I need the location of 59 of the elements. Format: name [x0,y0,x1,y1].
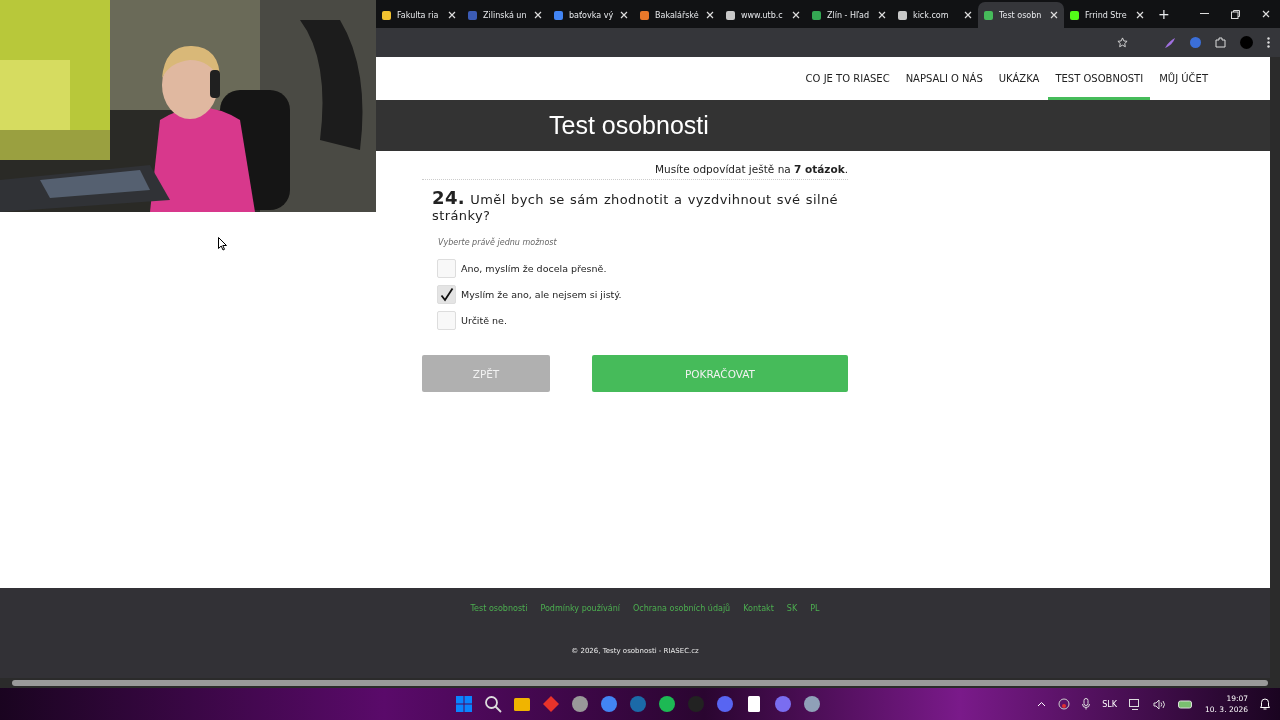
option-label[interactable]: Myslím že ano, ale nejsem si jistý. [461,289,622,300]
option-label[interactable]: Ano, myslím že docela přesně. [461,263,607,274]
speaker-icon[interactable] [1153,698,1167,710]
cursor-icon [218,237,227,251]
bell-icon[interactable] [1260,698,1270,710]
browser-tab[interactable]: baťovka vý [548,2,634,28]
network-icon[interactable] [1129,698,1142,710]
footer-link[interactable]: Podmínky používání [540,604,621,613]
diamond-icon[interactable] [541,694,561,714]
menu-icon[interactable] [1267,37,1270,48]
browser-tab[interactable]: Žilinská un [462,2,548,28]
chevron-up-icon[interactable] [1037,701,1047,707]
vertical-scrollbar[interactable] [1270,57,1280,678]
new-tab-button[interactable]: + [1158,6,1170,22]
checkbox[interactable] [437,259,456,278]
footer-link[interactable]: PL [810,604,820,613]
footer-link[interactable]: Kontakt [743,604,774,613]
status-icon[interactable] [1058,698,1071,710]
remaining-count: Musíte odpovídat ještě na 7 otázok. [422,163,848,180]
nav-link[interactable]: MŮJ ÚČET [1152,57,1215,100]
close-window-icon[interactable] [1262,10,1270,18]
battery-icon[interactable] [1178,699,1194,709]
horizontal-scrollbar[interactable] [0,678,1280,688]
close-icon[interactable] [706,11,714,19]
close-icon[interactable] [964,11,972,19]
question-text: 24. Uměl bych se sám zhodnotit a vyzdvihnout své silné stránky? [432,190,838,224]
browser-tab[interactable]: Frrind Stre [1064,2,1150,28]
close-icon[interactable] [792,11,800,19]
checkbox[interactable] [437,311,456,330]
restore-icon[interactable] [1231,9,1240,19]
minimize-icon[interactable] [1200,13,1209,15]
nav-link[interactable]: NAPSALI O NÁS [898,57,990,100]
nav-link[interactable]: UKÁZKA [991,57,1047,100]
browser-tab[interactable]: Fakulta ria [376,2,462,28]
language-indicator[interactable]: SLK [1102,699,1118,709]
browser-tab[interactable]: www.utb.c [720,2,806,28]
feather-icon[interactable] [1164,36,1176,49]
hint-text: Vyberte právě jednu možnost [438,238,558,247]
close-icon[interactable] [878,11,886,19]
close-icon[interactable] [448,11,456,19]
browser-tab[interactable]: kick.com [892,2,978,28]
browser-tab[interactable]: Test osobn [978,2,1064,28]
close-icon[interactable] [534,11,542,19]
close-icon[interactable] [620,11,628,19]
checkbox[interactable] [437,285,456,304]
close-icon[interactable] [1136,11,1144,19]
browser-tab[interactable]: Bakalářské [634,2,720,28]
search-icon[interactable] [483,694,503,714]
close-icon[interactable] [1050,11,1058,19]
star-icon[interactable] [1117,37,1128,48]
footer-link[interactable]: Ochrana osobních údajů [633,604,731,613]
footer-link[interactable]: SK [786,604,798,613]
microphone-icon[interactable] [1082,698,1091,710]
page-title: Test osobnosti [549,111,709,140]
start-icon[interactable] [454,694,474,714]
nav-link[interactable]: CO JE TO RIASEC [798,57,897,100]
browser-tab[interactable]: Zlín - Hľad [806,2,892,28]
footer-link[interactable]: Test osobnosti [470,604,528,613]
option-label[interactable]: Určitě ne. [461,315,507,326]
